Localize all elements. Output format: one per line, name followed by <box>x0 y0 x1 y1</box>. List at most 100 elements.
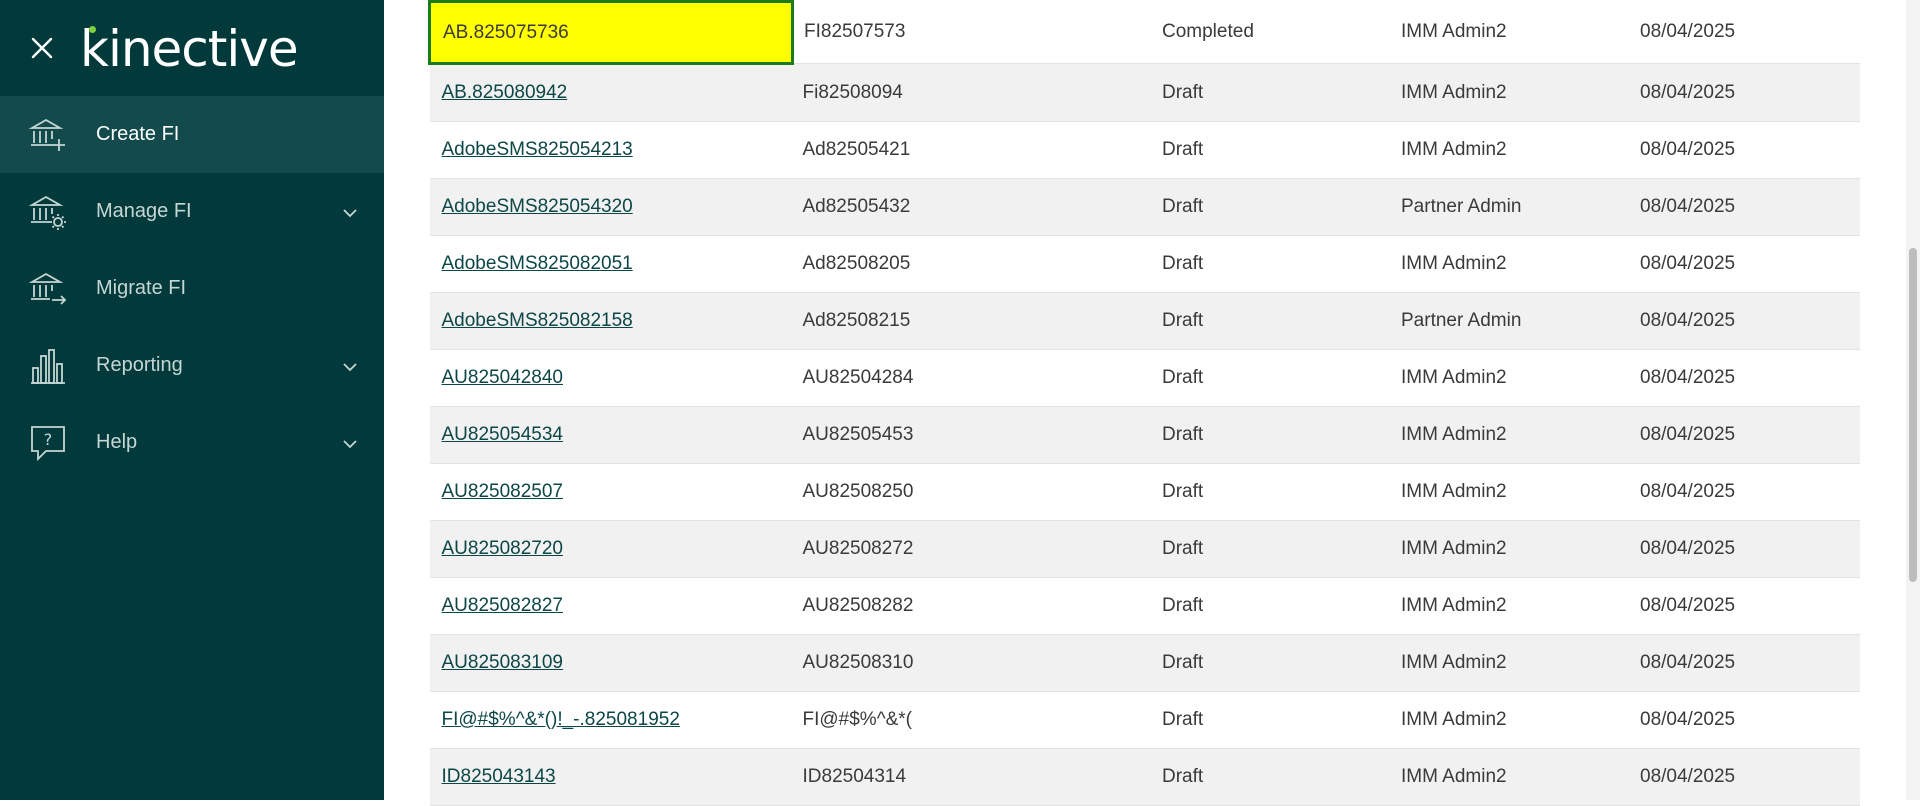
fi-name-link[interactable]: AB.825080942 <box>442 82 568 103</box>
fi-code-text: AU82505453 <box>802 424 914 445</box>
user-text: IMM Admin2 <box>1401 709 1507 730</box>
user-text: IMM Admin2 <box>1401 253 1507 274</box>
user-text: IMM Admin2 <box>1401 652 1507 673</box>
user-cell: IMM Admin2 <box>1389 691 1628 749</box>
date-cell: 08/04/2025 <box>1628 349 1860 407</box>
fi-name-cell: FI@#$%^&*()!_-.825081952 <box>429 691 793 749</box>
fi-name-link[interactable]: AU825042840 <box>442 367 564 388</box>
status-cell: Draft <box>1150 235 1389 293</box>
fi-table-body: AB.825075736 FI82507573 Completed IMM Admin… <box>428 0 1860 806</box>
table-row: AU825042840 AU82504284 Draft IMM Admin2 08/0… <box>429 349 1860 407</box>
status-cell: Completed <box>1150 1 1389 64</box>
fi-code-text: AU82508250 <box>802 481 914 502</box>
sidebar-item-reporting[interactable]: Reporting <box>0 327 384 404</box>
status-cell: Draft <box>1150 406 1389 464</box>
logo-dot <box>89 26 96 33</box>
table-row: AU825054534 AU82505453 Draft IMM Admin2 08/0… <box>429 406 1860 464</box>
status-cell: Draft <box>1150 178 1389 236</box>
user-cell: IMM Admin2 <box>1389 1 1628 64</box>
fi-code-cell: AU82508250 <box>792 463 1150 521</box>
fi-name-link[interactable]: AU825054534 <box>442 424 564 445</box>
table-row: ID825043143 ID82504314 Draft IMM Admin2 08/0… <box>429 748 1860 806</box>
status-cell: Draft <box>1150 349 1389 407</box>
user-text: IMM Admin2 <box>1401 766 1507 787</box>
status-cell: Draft <box>1150 463 1389 521</box>
fi-name-link[interactable]: AdobeSMS825054320 <box>442 196 633 217</box>
fi-code-text: AU82508272 <box>802 538 914 559</box>
fi-code-cell: Ad82508205 <box>792 235 1150 293</box>
fi-name-link[interactable]: AU825082827 <box>442 595 564 616</box>
fi-code-cell: Ad82508215 <box>792 292 1150 350</box>
fi-table: AB.825075736 FI82507573 Completed IMM Admin… <box>428 0 1860 806</box>
fi-name-link[interactable]: AdobeSMS825054213 <box>442 139 633 160</box>
date-text: 08/04/2025 <box>1640 253 1736 274</box>
chevron-down-icon <box>343 209 357 218</box>
sidebar-item-help[interactable]: ? Help <box>0 404 384 481</box>
status-text: Draft <box>1162 139 1204 160</box>
help-bubble-icon: ? <box>31 426 65 462</box>
fi-name-link[interactable]: AU825083109 <box>442 652 564 673</box>
status-cell: Draft <box>1150 121 1389 179</box>
status-text: Draft <box>1162 538 1204 559</box>
sidebar-item-label: Manage FI <box>96 200 192 222</box>
date-cell: 08/04/2025 <box>1628 748 1860 806</box>
table-row: AdobeSMS825082051 Ad82508205 Draft IMM Admi… <box>429 235 1860 293</box>
sidebar-nav: Create FI Manage FI Migrate FI Reporting <box>0 96 384 481</box>
status-cell: Draft <box>1150 691 1389 749</box>
fi-code-cell: AU82508282 <box>792 577 1150 635</box>
status-text: Draft <box>1162 196 1204 217</box>
scrollbar-thumb[interactable] <box>1909 248 1917 582</box>
svg-text:?: ? <box>44 430 53 449</box>
vertical-scrollbar[interactable] <box>1906 0 1920 800</box>
user-cell: Partner Admin <box>1389 178 1628 236</box>
user-text: IMM Admin2 <box>1401 595 1507 616</box>
fi-name-cell: AdobeSMS825054320 <box>429 178 793 236</box>
user-text: IMM Admin2 <box>1401 538 1507 559</box>
status-cell: Draft <box>1150 634 1389 692</box>
fi-name-link[interactable]: AU825082720 <box>442 538 564 559</box>
sidebar-item-manage-fi[interactable]: Manage FI <box>0 173 384 250</box>
fi-code-text: Ad82508215 <box>802 310 911 331</box>
fi-code-text: ID82504314 <box>802 766 907 787</box>
user-text: IMM Admin2 <box>1401 21 1507 43</box>
fi-name-cell: AU825054534 <box>429 406 793 464</box>
fi-name-cell: AU825082720 <box>429 520 793 578</box>
fi-name-link[interactable]: FI@#$%^&*()!_-.825081952 <box>442 709 680 730</box>
fi-name-link[interactable]: AB.825075736 <box>443 22 569 43</box>
user-text: IMM Admin2 <box>1401 424 1507 445</box>
status-text: Draft <box>1162 481 1204 502</box>
date-cell: 08/04/2025 <box>1628 577 1860 635</box>
sidebar-item-create-fi[interactable]: Create FI <box>0 96 384 173</box>
table-row: FI@#$%^&*()!_-.825081952 FI@#$%^&*(Draft I… <box>429 691 1860 749</box>
table-row: AU825082507 AU82508250 Draft IMM Admin2 08/0… <box>429 463 1860 521</box>
date-cell: 08/04/2025 <box>1628 1 1860 64</box>
fi-name-link[interactable]: AU825082507 <box>442 481 564 502</box>
fi-code-cell: AU82505453 <box>792 406 1150 464</box>
status-text: Draft <box>1162 81 1204 103</box>
kinective-logo: kinective <box>80 14 299 78</box>
fi-code-text: Fi82508094 <box>802 81 903 103</box>
status-text: Draft <box>1162 310 1204 331</box>
fi-name-cell: AU825042840 <box>429 349 793 407</box>
status-text: Completed <box>1162 21 1254 43</box>
date-text: 08/04/2025 <box>1640 766 1736 787</box>
status-cell: Draft <box>1150 63 1389 122</box>
date-cell: 08/04/2025 <box>1628 63 1860 122</box>
close-icon[interactable] <box>26 32 58 64</box>
date-cell: 08/04/2025 <box>1628 292 1860 350</box>
fi-code-text: Ad82505421 <box>802 139 911 160</box>
fi-name-link[interactable]: ID825043143 <box>442 766 556 787</box>
fi-name-link[interactable]: AdobeSMS825082158 <box>442 310 633 331</box>
date-text: 08/04/2025 <box>1640 538 1736 559</box>
status-text: Draft <box>1162 766 1204 787</box>
bank-add-icon <box>28 118 65 151</box>
fi-code-cell: AU82508310 <box>792 634 1150 692</box>
sidebar-item-migrate-fi[interactable]: Migrate FI <box>0 250 384 327</box>
fi-name-cell: AB.825080942 <box>429 63 793 122</box>
date-text: 08/04/2025 <box>1640 652 1736 673</box>
status-cell: Draft <box>1150 520 1389 578</box>
fi-name-cell: AU825082507 <box>429 463 793 521</box>
status-cell: Draft <box>1150 292 1389 350</box>
fi-code-text: FI82507573 <box>804 21 906 43</box>
fi-name-link[interactable]: AdobeSMS825082051 <box>442 253 633 274</box>
